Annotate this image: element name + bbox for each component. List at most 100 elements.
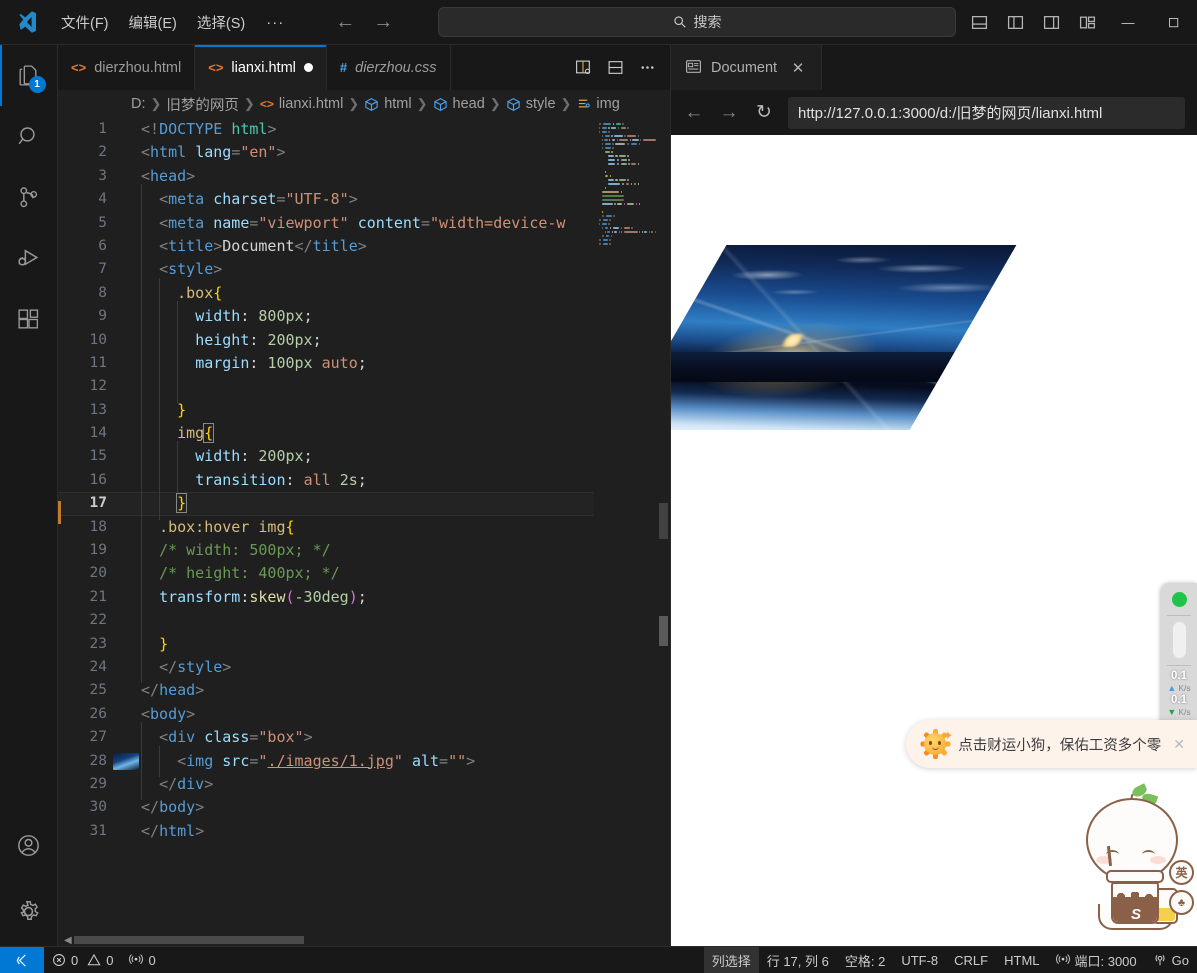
- code-line[interactable]: 11 margin: 100px auto;: [58, 347, 594, 380]
- code-line[interactable]: 17 }: [58, 488, 594, 521]
- breadcrumb-symbol-head[interactable]: head: [433, 96, 485, 112]
- column-selection-status[interactable]: 列选择: [703, 946, 759, 973]
- code-line[interactable]: 19 /* width: 500px; */: [58, 534, 594, 567]
- breadcrumb-symbol-img[interactable]: img: [576, 96, 620, 112]
- scrollbar-thumb[interactable]: [659, 503, 668, 539]
- code-line[interactable]: 15 width: 200px;: [58, 441, 594, 474]
- menu-file[interactable]: 文件(F): [52, 8, 118, 37]
- code-line[interactable]: 22: [58, 605, 594, 638]
- code-line[interactable]: 4 <meta charset="UTF-8">: [58, 184, 594, 217]
- indentation-status[interactable]: 空格: 2: [837, 947, 893, 973]
- split-editor-down-icon[interactable]: [600, 53, 630, 83]
- editor-vertical-scrollbar[interactable]: [656, 118, 670, 946]
- code-line[interactable]: 16 transition: all 2s;: [58, 464, 594, 497]
- sidebar-item-explorer[interactable]: 1: [0, 45, 58, 106]
- toggle-panel-icon[interactable]: [961, 0, 997, 45]
- indent-guide: [159, 745, 177, 778]
- breadcrumb-file[interactable]: <> lianxi.html: [260, 96, 343, 112]
- eol-status[interactable]: CRLF: [946, 947, 996, 973]
- ime-language-button[interactable]: 英: [1169, 860, 1194, 885]
- sidebar-item-search[interactable]: [0, 106, 58, 167]
- breadcrumb-symbol-html[interactable]: html: [364, 96, 412, 112]
- toggle-sidebar-icon[interactable]: [997, 0, 1033, 45]
- code-line[interactable]: 24 </style>: [58, 651, 594, 684]
- more-actions-icon[interactable]: [632, 53, 662, 83]
- code-line[interactable]: 31 </html>: [58, 820, 594, 843]
- code-line[interactable]: 5 <meta name="viewport" content="width=d…: [58, 207, 594, 240]
- code-line[interactable]: 25 </head>: [58, 679, 594, 702]
- code-line[interactable]: 2 <html lang="en">: [58, 141, 594, 164]
- code-line[interactable]: 30 </body>: [58, 796, 594, 819]
- code-line[interactable]: 27 <div class="box">: [58, 722, 594, 755]
- go-forward-icon[interactable]: →: [372, 11, 394, 34]
- tab-dierzhou-html[interactable]: <> dierzhou.html: [58, 45, 196, 90]
- browser-forward-icon[interactable]: →: [718, 102, 740, 124]
- minimize-button[interactable]: —: [1105, 0, 1151, 45]
- go-back-icon[interactable]: ←: [334, 11, 356, 34]
- code-line[interactable]: 8 .box{: [58, 277, 594, 310]
- browser-reload-icon[interactable]: ↻: [753, 101, 775, 124]
- code-line[interactable]: 13 }: [58, 394, 594, 427]
- code-line[interactable]: 14 img{: [58, 418, 594, 450]
- hscrollbar-thumb[interactable]: [74, 936, 304, 944]
- command-search-input[interactable]: 搜索: [438, 7, 956, 37]
- browser-tab-document[interactable]: Document ✕: [671, 45, 823, 90]
- port-forward-status[interactable]: 端口: 3000: [1048, 947, 1145, 973]
- accounts-button[interactable]: [0, 815, 58, 876]
- cursor-position-status[interactable]: 行 17, 列 6: [759, 947, 837, 973]
- go-live-status[interactable]: Go: [1145, 947, 1197, 973]
- code-editor[interactable]: 1 <!DOCTYPE html> 2 <html lang="en"> 3 <head>…: [58, 118, 670, 946]
- code-line[interactable]: 9 width: 800px;: [58, 301, 594, 334]
- editor-horizontal-scrollbar[interactable]: ◀: [58, 935, 670, 946]
- menu-edit[interactable]: 编辑(E): [120, 8, 186, 37]
- minimap-segment: [607, 182, 620, 186]
- tab-dierzhou-css[interactable]: # dierzhou.css: [326, 45, 451, 90]
- minimap-segment: [615, 142, 626, 146]
- code-line[interactable]: 6 <title>Document</title>: [58, 230, 594, 263]
- close-icon[interactable]: ✕: [789, 59, 807, 77]
- indent-guide: [159, 347, 177, 380]
- code-line[interactable]: 29 </div>: [58, 768, 594, 801]
- code-line[interactable]: 18 .box:hover img{: [58, 511, 594, 544]
- open-preview-icon[interactable]: [568, 53, 598, 83]
- minimap[interactable]: [594, 118, 656, 946]
- browser-url-input[interactable]: http://127.0.0.1:3000/d:/旧梦的网页/lianxi.ht…: [788, 96, 1185, 129]
- toast-close-icon[interactable]: ✕: [1173, 736, 1185, 753]
- scroll-left-icon[interactable]: ◀: [64, 935, 72, 946]
- remote-window-button[interactable]: [0, 946, 44, 973]
- code-line[interactable]: 21 transform:skew(-30deg);: [58, 581, 594, 614]
- promo-toast[interactable]: ✦ 点击财运小狗，保佑工资多个零 ✕: [906, 720, 1197, 768]
- code-line[interactable]: 10 height: 200px;: [58, 324, 594, 357]
- toggle-secondary-sidebar-icon[interactable]: [1033, 0, 1069, 45]
- sogou-ime-mascot[interactable]: S 英 ♣: [1080, 783, 1195, 944]
- code-line[interactable]: 20 /* height: 400px; */: [58, 558, 594, 591]
- code-content[interactable]: 1 <!DOCTYPE html> 2 <html lang="en"> 3 <head>…: [58, 118, 594, 946]
- code-line[interactable]: 23 }: [58, 628, 594, 661]
- code-line[interactable]: 26 <body>: [58, 703, 594, 726]
- sidebar-item-extensions[interactable]: [0, 289, 58, 350]
- ports-status[interactable]: 0: [121, 947, 163, 973]
- problems-status[interactable]: 0 0: [44, 947, 121, 973]
- encoding-status[interactable]: UTF-8: [893, 947, 946, 973]
- sidebar-item-source-control[interactable]: [0, 167, 58, 228]
- maximize-button[interactable]: [1151, 0, 1197, 45]
- breadcrumb-drive[interactable]: D:: [131, 96, 146, 112]
- ime-skin-button[interactable]: ♣: [1169, 890, 1194, 915]
- browser-back-icon[interactable]: ←: [683, 102, 705, 124]
- tab-lianxi-html[interactable]: <> lianxi.html: [195, 45, 327, 90]
- breadcrumb-symbol-style[interactable]: style: [506, 96, 556, 112]
- sidebar-item-run-debug[interactable]: [0, 228, 58, 289]
- minimap-segment: [607, 158, 615, 162]
- menu-selection[interactable]: 选择(S): [188, 8, 254, 37]
- customize-layout-icon[interactable]: [1069, 0, 1105, 45]
- language-mode-status[interactable]: HTML: [996, 947, 1047, 973]
- settings-button[interactable]: [0, 876, 58, 946]
- code-line[interactable]: 28 <img src="./images/1.jpg" alt="">: [58, 745, 594, 778]
- unsaved-indicator[interactable]: [303, 63, 313, 72]
- breadcrumb-folder[interactable]: 旧梦的网页: [166, 94, 239, 115]
- menu-more-button[interactable]: ···: [256, 10, 294, 35]
- code-line[interactable]: 3 <head>: [58, 165, 594, 188]
- code-line[interactable]: 1 <!DOCTYPE html>: [58, 118, 594, 141]
- code-line[interactable]: 12: [58, 371, 594, 404]
- code-line[interactable]: 7 <style>: [58, 254, 594, 287]
